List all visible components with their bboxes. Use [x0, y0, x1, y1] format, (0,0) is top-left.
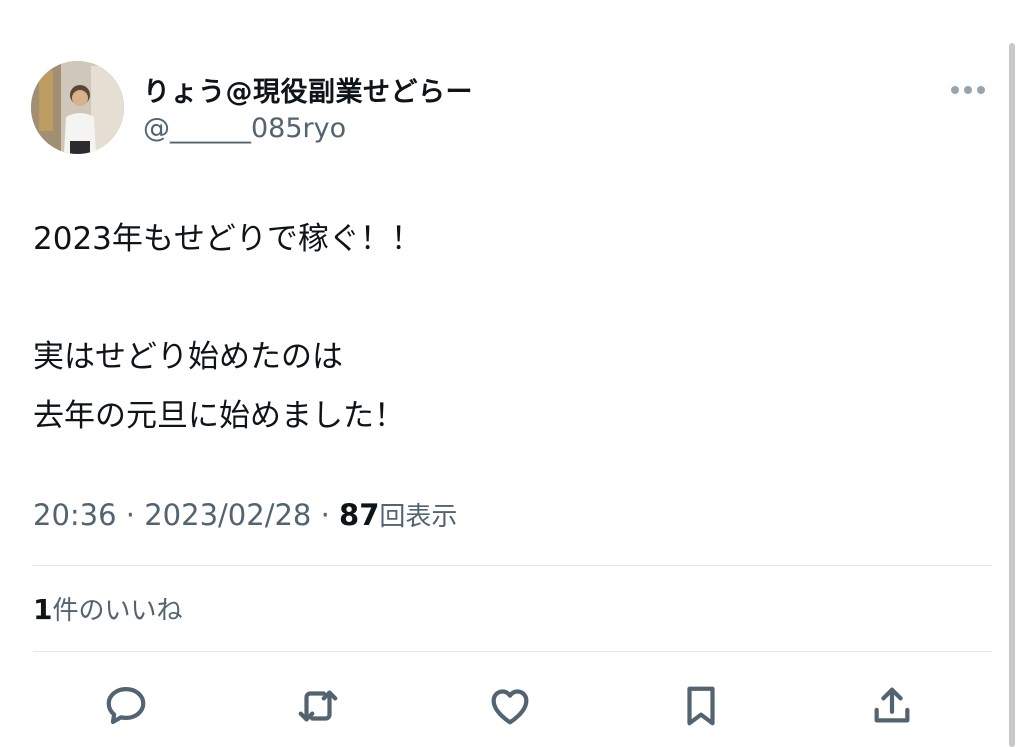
likes-label: 件のいいね — [52, 596, 183, 626]
views-label: 回表示 — [379, 502, 458, 532]
avatar[interactable] — [31, 61, 124, 154]
heart-icon — [491, 689, 529, 725]
divider — [33, 565, 992, 566]
display-name[interactable]: りょう@現役副業せどらー — [143, 70, 473, 109]
views-count: 87 — [339, 498, 380, 532]
more-dot-icon — [951, 86, 959, 94]
retweet-icon — [298, 690, 338, 722]
more-dot-icon — [977, 86, 985, 94]
more-dot-icon — [964, 86, 972, 94]
likes-link[interactable]: 1件のいいね — [33, 590, 183, 627]
user-handle[interactable]: @______085ryo — [143, 113, 346, 144]
more-options-button[interactable] — [946, 78, 990, 102]
tweet-line: 去年の元旦に始めました！ — [33, 398, 405, 434]
tweet-line: 2023年もせどりで稼ぐ！！ — [33, 221, 422, 257]
meta-separator: · — [116, 498, 145, 532]
tweet-line: 実はせどり始めたのは — [33, 339, 343, 375]
likes-count: 1 — [33, 593, 53, 626]
tweet-time[interactable]: 20:36 — [33, 498, 117, 532]
tweet-line — [33, 269, 933, 328]
divider — [33, 651, 992, 652]
scrollbar[interactable] — [1009, 43, 1015, 747]
speech-bubble-icon — [106, 687, 146, 725]
share-icon — [874, 687, 910, 723]
retweet-button[interactable] — [292, 680, 344, 732]
like-button[interactable] — [484, 680, 536, 732]
share-button[interactable] — [866, 680, 918, 732]
meta-separator: · — [311, 498, 340, 532]
reply-button[interactable] — [100, 680, 152, 732]
bookmark-icon — [687, 686, 715, 726]
avatar-photo-icon — [31, 61, 124, 154]
tweet-meta: 20:36 · 2023/02/28 · 87回表示 — [33, 496, 457, 533]
bookmark-button[interactable] — [675, 680, 727, 732]
tweet-date[interactable]: 2023/02/28 — [144, 498, 311, 532]
tweet-text: 2023年もせどりで稼ぐ！！ 実はせどり始めたのは 去年の元旦に始めました！ — [33, 210, 933, 446]
